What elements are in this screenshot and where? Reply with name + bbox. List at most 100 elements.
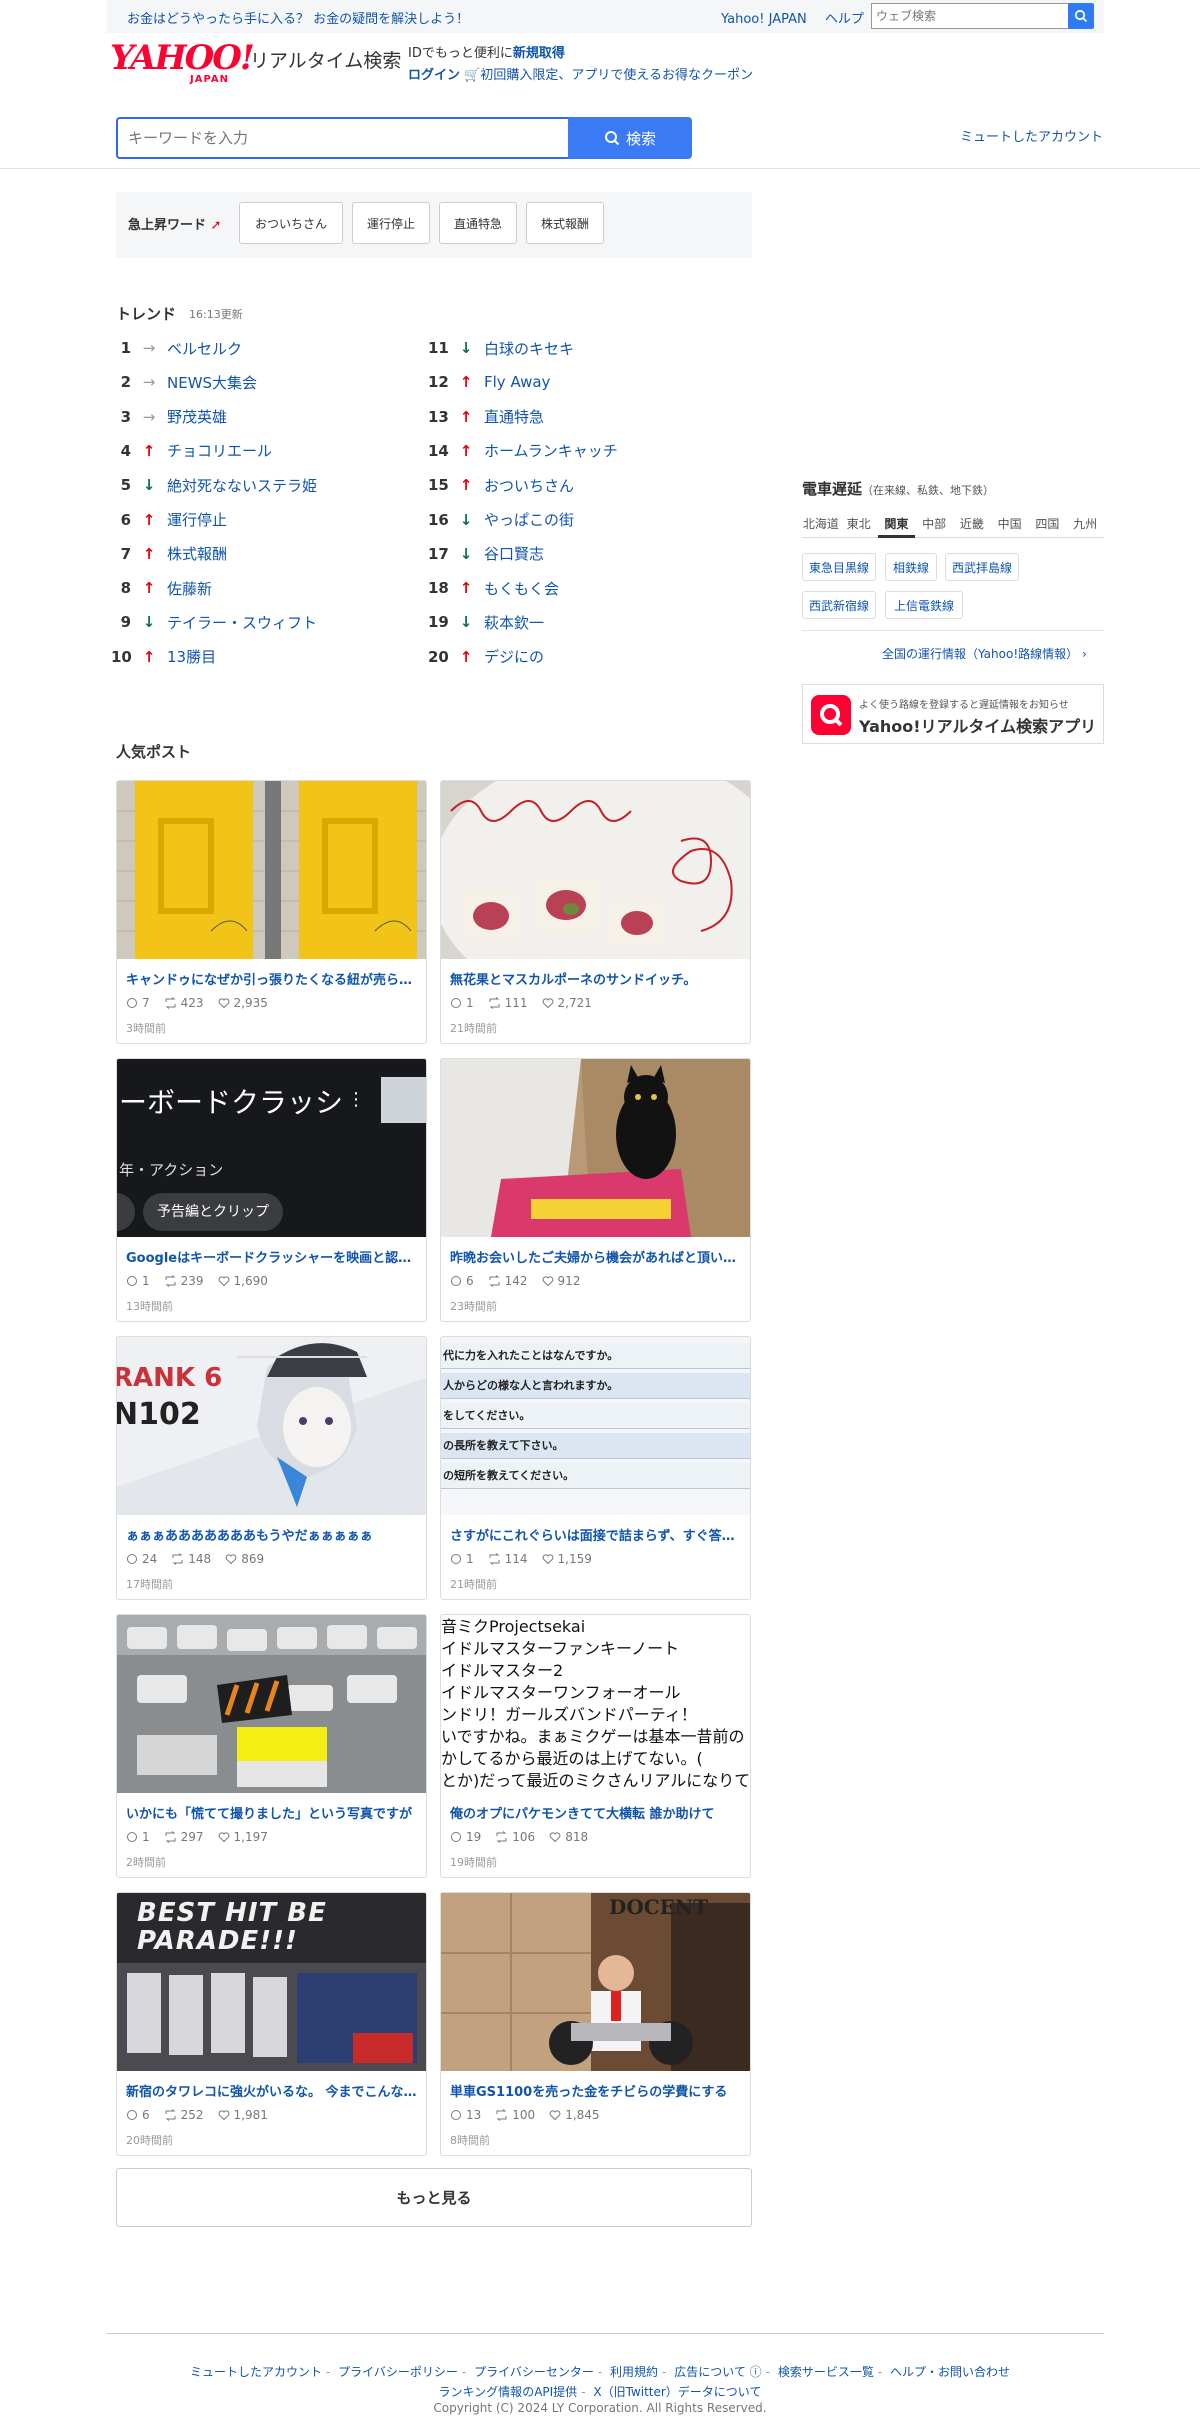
delayed-line-chip[interactable]: 西武拝島線 bbox=[945, 553, 1019, 581]
post-card[interactable]: DOCENT 単車GS1100を売った金をチビらの学費にする 13 100 1,… bbox=[440, 1892, 751, 2156]
miku-line: いですかね。まぁミクゲーは基本一昔前の bbox=[441, 1727, 745, 1746]
trend-word: 萩本欽一 bbox=[484, 613, 545, 632]
post-card[interactable]: 無花果とマスカルポーネのサンドイッチ。 1 111 2,721 21時間前 bbox=[440, 780, 751, 1044]
post-card[interactable]: BEST HIT BE PARADE!!! 新宿のタワレコに強火がいるな。 今ま… bbox=[116, 1892, 427, 2156]
trend-item[interactable]: 5 ↓ 絶対死なないステラ姫 bbox=[111, 473, 317, 497]
trend-item[interactable]: 6 ↑ 運行停止 bbox=[111, 508, 227, 532]
delayed-line-chip[interactable]: 上信電鉄線 bbox=[885, 591, 963, 619]
repost-icon bbox=[165, 997, 176, 1009]
trend-title: トレンド bbox=[116, 305, 177, 323]
national-train-info-link[interactable]: 全国の運行情報（Yahoo!路線情報） › bbox=[882, 645, 1087, 662]
post-card[interactable]: 代に力を入れたことはなんですか。 人からどの様な人と言われますか。 をしてください。… bbox=[440, 1336, 751, 1600]
post-card[interactable]: いかにも「慌てて撮りました」という写真ですが 1 297 1,197 2時間前 bbox=[116, 1614, 427, 1878]
delayed-line-chip[interactable]: 東急目黒線 bbox=[802, 553, 876, 581]
reply-count: 6 bbox=[126, 2108, 150, 2122]
kebab-icon: ⋮ bbox=[347, 1089, 365, 1110]
trend-item[interactable]: 8 ↑ 佐藤新 bbox=[111, 576, 212, 600]
post-image bbox=[441, 1059, 750, 1237]
rising-chip[interactable]: おついちさん bbox=[239, 202, 343, 244]
trend-item[interactable]: 20 ↑ デジにの bbox=[428, 645, 544, 669]
search-button[interactable]: 検索 bbox=[568, 117, 692, 159]
site-logo[interactable]: YAHOO! JAPAN リアルタイム検索 bbox=[110, 40, 401, 85]
like-count: 1,690 bbox=[218, 1274, 268, 1288]
post-title: 単車GS1100を売った金をチビらの学費にする bbox=[450, 2085, 728, 2100]
trend-item[interactable]: 1 → ベルセルク bbox=[111, 336, 242, 360]
tab-kinki[interactable]: 近畿 bbox=[953, 512, 991, 538]
trend-item[interactable]: 18 ↑ もくもく会 bbox=[428, 576, 559, 600]
web-search-input[interactable] bbox=[871, 3, 1076, 29]
post-card[interactable]: RANK 6 N102 ぁぁぁあああああああもうやだぁぁぁぁぁ 24 148 8… bbox=[116, 1336, 427, 1600]
trend-item[interactable]: 11 ↓ 白球のキセキ bbox=[428, 336, 574, 360]
trend-item[interactable]: 15 ↑ おついちさん bbox=[428, 473, 574, 497]
post-card[interactable]: 音ミクProjectsekai イドルマスターファンキーノート イドルマスター2 イド… bbox=[440, 1614, 751, 1878]
trend-item[interactable]: 2 → NEWS大集会 bbox=[111, 370, 258, 394]
footer-link[interactable]: 検索サービス一覧 bbox=[778, 2365, 874, 2379]
muted-accounts-link[interactable]: ミュートしたアカウント bbox=[960, 126, 1103, 145]
reply-icon bbox=[451, 1554, 461, 1564]
tab-chubu[interactable]: 中部 bbox=[915, 512, 953, 538]
footer-divider bbox=[107, 2333, 1104, 2334]
login-link[interactable]: ログイン bbox=[408, 68, 460, 83]
trend-item[interactable]: 14 ↑ ホームランキャッチ bbox=[428, 439, 618, 463]
coupon-link[interactable]: 初回購入限定、アプリで使えるお得なクーポン bbox=[480, 68, 753, 83]
promo-link[interactable]: お金はどうやったら手に入る？ お金の疑問を解決しよう！ bbox=[127, 8, 469, 27]
reply-count: 1 bbox=[126, 1274, 150, 1288]
trend-item[interactable]: 19 ↓ 萩本欽一 bbox=[428, 610, 544, 634]
trend-item[interactable]: 3 → 野茂英雄 bbox=[111, 405, 227, 429]
tab-kanto[interactable]: 関東 bbox=[877, 512, 916, 538]
trend-item[interactable]: 4 ↑ チョコリエール bbox=[111, 439, 272, 463]
delayed-line-chip[interactable]: 西武新宿線 bbox=[802, 591, 876, 619]
repost-icon bbox=[489, 1275, 500, 1287]
tab-chugoku[interactable]: 中国 bbox=[990, 512, 1029, 538]
trend-rank: 18 bbox=[428, 579, 449, 598]
footer-link[interactable]: プライバシーポリシー bbox=[338, 2365, 458, 2379]
trend-rank: 13 bbox=[428, 407, 449, 426]
trend-word: やっぱこの街 bbox=[484, 511, 575, 529]
trend-item[interactable]: 7 ↑ 株式報酬 bbox=[111, 542, 227, 566]
help-link[interactable]: ヘルプ bbox=[825, 12, 864, 27]
trend-down-arrow-icon: ↓ bbox=[142, 476, 156, 495]
footer-link[interactable]: プライバシーセンター bbox=[474, 2365, 594, 2379]
load-more-button[interactable]: もっと見る bbox=[116, 2168, 752, 2227]
delayed-line-chip[interactable]: 相鉄線 bbox=[885, 553, 937, 581]
reply-count: 13 bbox=[450, 2108, 481, 2122]
keyword-search-input[interactable] bbox=[116, 117, 568, 159]
footer-link[interactable]: ミュートしたアカウント bbox=[190, 2365, 322, 2379]
trend-item[interactable]: 9 ↓ テイラー・スウィフト bbox=[111, 610, 317, 634]
footer-link[interactable]: 広告について bbox=[674, 2365, 746, 2379]
tab-shikoku[interactable]: 四国 bbox=[1028, 512, 1067, 538]
trend-item[interactable]: 16 ↓ やっぱこの街 bbox=[428, 508, 574, 532]
trend-word: 絶対死なないステラ姫 bbox=[167, 476, 318, 495]
trend-word: 株式報酬 bbox=[167, 545, 228, 564]
footer-link[interactable]: ヘルプ・お問い合わせ bbox=[890, 2365, 1010, 2379]
rising-chip[interactable]: 株式報酬 bbox=[526, 202, 604, 244]
yahoo-japan-link[interactable]: Yahoo! JAPAN bbox=[721, 12, 807, 27]
post-image: 音ミクProjectsekai イドルマスターファンキーノート イドルマスター2 イド… bbox=[441, 1615, 750, 1793]
reply-icon bbox=[451, 1276, 461, 1286]
footer-link[interactable]: ランキング情報のAPI提供 bbox=[439, 2385, 578, 2399]
trend-item[interactable]: 12 ↑ Fly Away bbox=[428, 370, 550, 394]
shop-image-sign: DOCENT bbox=[609, 1895, 709, 1919]
post-card[interactable]: キャンドゥになぜか引っ張りたくなる紐が売られていた 7 423 2,935 3時… bbox=[116, 780, 427, 1044]
trend-word: Fly Away bbox=[484, 373, 551, 392]
post-card[interactable]: 昨晩お会いしたご夫婦から機会があればと頂いたもの 6 142 912 23時間前 bbox=[440, 1058, 751, 1322]
web-search-button[interactable] bbox=[1068, 3, 1094, 29]
trend-item[interactable]: 10 ↑ 13勝目 bbox=[111, 645, 216, 669]
tab-kyushu[interactable]: 九州 bbox=[1066, 512, 1104, 538]
footer-link[interactable]: X（旧Twitter）データについて bbox=[593, 2385, 761, 2399]
post-card[interactable]: ーボードクラッシ ⋮ 年・アクション 予告編とクリップ Googleはキーボード… bbox=[116, 1058, 427, 1322]
signup-link[interactable]: 新規取得 bbox=[513, 46, 565, 61]
train-divider bbox=[802, 630, 1104, 631]
footer-link[interactable]: 利用規約 bbox=[610, 2365, 658, 2379]
repost-icon bbox=[165, 2109, 176, 2121]
post-stats: 1 239 1,690 bbox=[126, 1274, 268, 1288]
tab-tohoku[interactable]: 東北 bbox=[839, 512, 878, 538]
app-banner[interactable]: よく使う路線を登録すると遅延情報をお知らせ Yahoo!リアルタイム検索アプリ bbox=[802, 684, 1104, 744]
rising-chip[interactable]: 直通特急 bbox=[439, 202, 517, 244]
rising-chip[interactable]: 運行停止 bbox=[352, 202, 430, 244]
reply-icon bbox=[451, 2110, 461, 2120]
repost-count: 100 bbox=[495, 2108, 535, 2122]
trend-item[interactable]: 13 ↑ 直通特急 bbox=[428, 405, 544, 429]
tab-hokkaido[interactable]: 北海道 bbox=[802, 512, 840, 538]
trend-item[interactable]: 17 ↓ 谷口賢志 bbox=[428, 542, 544, 566]
